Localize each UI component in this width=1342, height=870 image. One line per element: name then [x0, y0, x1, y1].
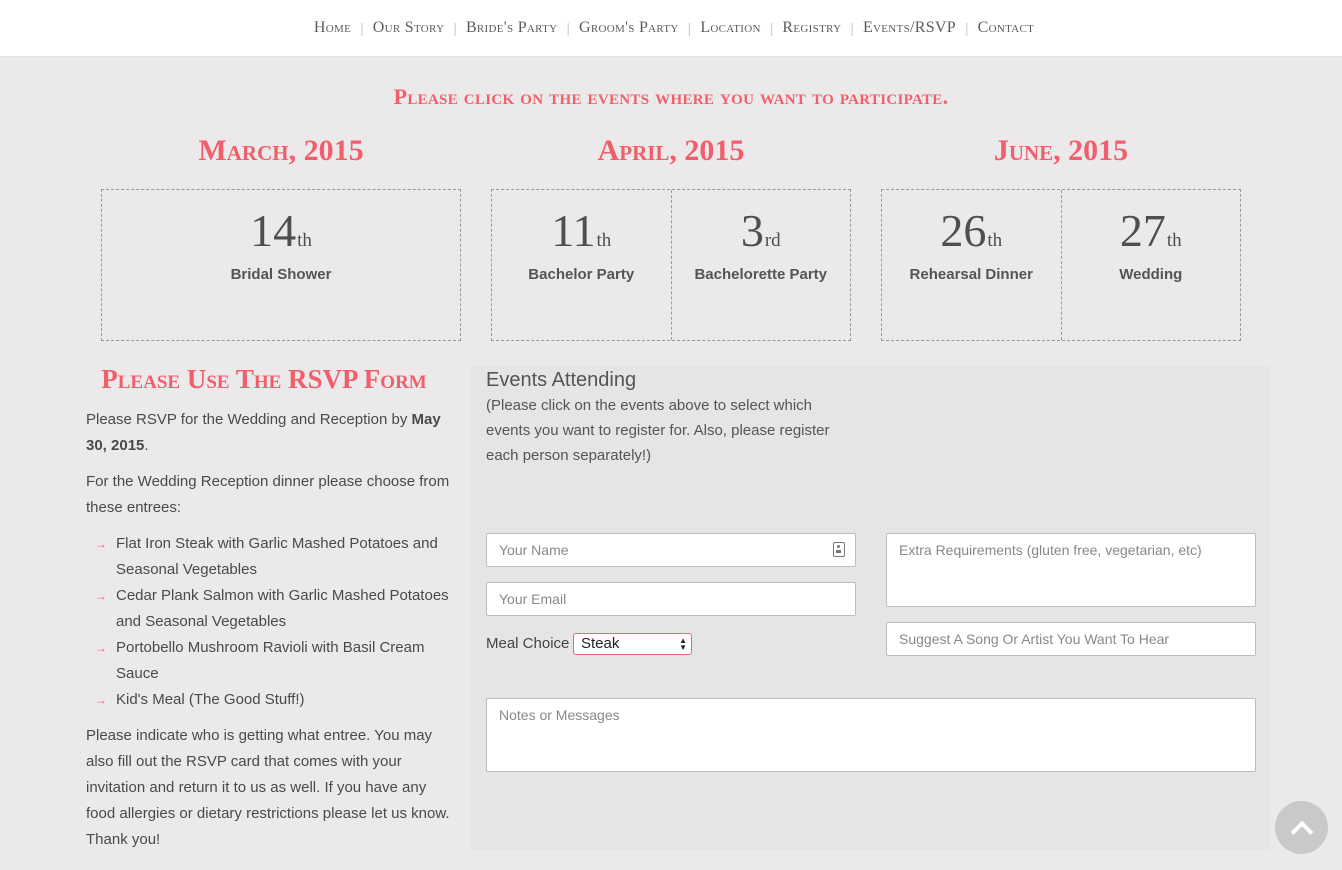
event-wedding[interactable]: 27th Wedding [1060, 190, 1241, 340]
rsvp-form-panel: Events Attending (Please click on the ev… [471, 366, 1270, 850]
nav-contact[interactable]: Contact [978, 19, 1035, 37]
nav-separator: | [964, 20, 969, 36]
event-day-suffix: th [987, 230, 1003, 251]
entree-label: Cedar Plank Salmon with Garlic Mashed Po… [116, 587, 449, 630]
chevron-up-icon [1290, 820, 1313, 843]
event-day: 11 [551, 205, 596, 256]
song-suggestion-input[interactable] [886, 622, 1256, 656]
meal-choice-value: Steak [581, 635, 620, 652]
month-box-march: 14th Bridal Shower [101, 189, 461, 341]
event-bachelorette-party[interactable]: 3rd Bachelorette Party [670, 190, 851, 340]
nav-brides-party[interactable]: Bride's Party [466, 19, 557, 37]
event-bachelor-party[interactable]: 11th Bachelor Party [492, 190, 671, 340]
nav-separator: | [850, 20, 854, 36]
list-item: → Kid's Meal (The Good Stuff!) [86, 687, 456, 713]
arrow-right-icon: → [95, 537, 107, 551]
nav-location[interactable]: Location [700, 19, 760, 37]
event-day: 26 [940, 205, 987, 256]
event-day: 27 [1119, 205, 1166, 256]
event-day: 14 [250, 205, 297, 256]
rsvp-deadline-lead: Please RSVP for the Wedding and Receptio… [86, 411, 408, 428]
nav-grooms-party[interactable]: Groom's Party [579, 19, 679, 37]
entree-intro: For the Wedding Reception dinner please … [86, 473, 450, 516]
list-item: → Portobello Mushroom Ravioli with Basil … [86, 635, 456, 687]
arrow-right-icon: → [95, 693, 107, 707]
rsvp-info-column: Please Use The RSVP Form Please RSVP for… [86, 364, 456, 853]
list-item: → Flat Iron Steak with Garlic Mashed Pota… [86, 531, 456, 583]
nav-separator: | [360, 20, 364, 36]
month-box-april: 11th Bachelor Party 3rd Bachelorette Par… [491, 189, 851, 341]
extra-requirements-input[interactable] [886, 533, 1256, 607]
event-day-suffix: th [1166, 230, 1182, 251]
events-attending-title: Events Attending [486, 369, 637, 391]
event-name: Wedding [1119, 266, 1183, 283]
nav-menu: Home | Our Story | Bride's Party | Groom… [308, 19, 1034, 37]
meal-choice-label: Meal Choice [486, 635, 570, 652]
nav-separator: | [566, 20, 571, 36]
event-day-suffix: rd [764, 230, 781, 251]
event-name: Bridal Shower [230, 266, 332, 283]
nav-separator: | [769, 20, 774, 36]
nav-our-story[interactable]: Our Story [373, 19, 445, 37]
scroll-to-top-button[interactable] [1275, 801, 1328, 854]
entree-list: → Flat Iron Steak with Garlic Mashed Pota… [86, 531, 456, 713]
event-name: Bachelor Party [528, 266, 635, 283]
month-box-june: 26th Rehearsal Dinner 27th Wedding [881, 189, 1241, 341]
arrow-right-icon: → [95, 589, 107, 603]
event-day-suffix: th [596, 230, 612, 251]
event-day: 3 [740, 205, 764, 256]
event-rehearsal-dinner[interactable]: 26th Rehearsal Dinner [882, 190, 1061, 340]
event-day-suffix: th [297, 230, 312, 251]
rsvp-deadline-end: . [144, 437, 149, 454]
event-bridal-shower[interactable]: 14th Bridal Shower [102, 190, 460, 340]
nav-home[interactable]: Home [314, 19, 351, 37]
notes-input[interactable] [486, 698, 1256, 772]
nav-events-rsvp[interactable]: Events/RSVP [863, 19, 956, 37]
nav-separator: | [687, 20, 692, 36]
month-title-march: March, 2015 [198, 134, 364, 167]
rsvp-deadline-text: Please RSVP for the Wedding and Receptio… [86, 407, 456, 459]
events-attending-note: (Please click on the events above to sel… [486, 397, 830, 464]
contact-card-icon [833, 542, 845, 557]
entree-label: Flat Iron Steak with Garlic Mashed Potat… [116, 535, 438, 578]
entree-label: Portobello Mushroom Ravioli with Basil C… [116, 639, 425, 682]
month-title-april: April, 2015 [597, 134, 745, 167]
nav-registry[interactable]: Registry [782, 19, 841, 37]
email-input[interactable] [486, 582, 856, 616]
event-name: Rehearsal Dinner [909, 266, 1033, 283]
top-navbar: Home | Our Story | Bride's Party | Groom… [0, 0, 1342, 57]
name-input[interactable] [486, 533, 856, 567]
month-title-june: June, 2015 [993, 134, 1129, 167]
meal-choice-select[interactable]: Steak ▲ ▼ [573, 633, 692, 655]
arrow-right-icon: → [95, 641, 107, 655]
list-item: → Cedar Plank Salmon with Garlic Mashed P… [86, 583, 456, 635]
entree-label: Kid's Meal (The Good Stuff!) [116, 691, 305, 708]
select-arrows-icon: ▲ ▼ [679, 636, 687, 652]
rsvp-title: Please Use The RSVP Form [101, 364, 427, 394]
events-headline: Please click on the events where you wan… [393, 84, 949, 109]
nav-separator: | [453, 20, 457, 36]
entree-instructions: Please indicate who is getting what entr… [86, 727, 450, 848]
event-name: Bachelorette Party [694, 266, 828, 283]
